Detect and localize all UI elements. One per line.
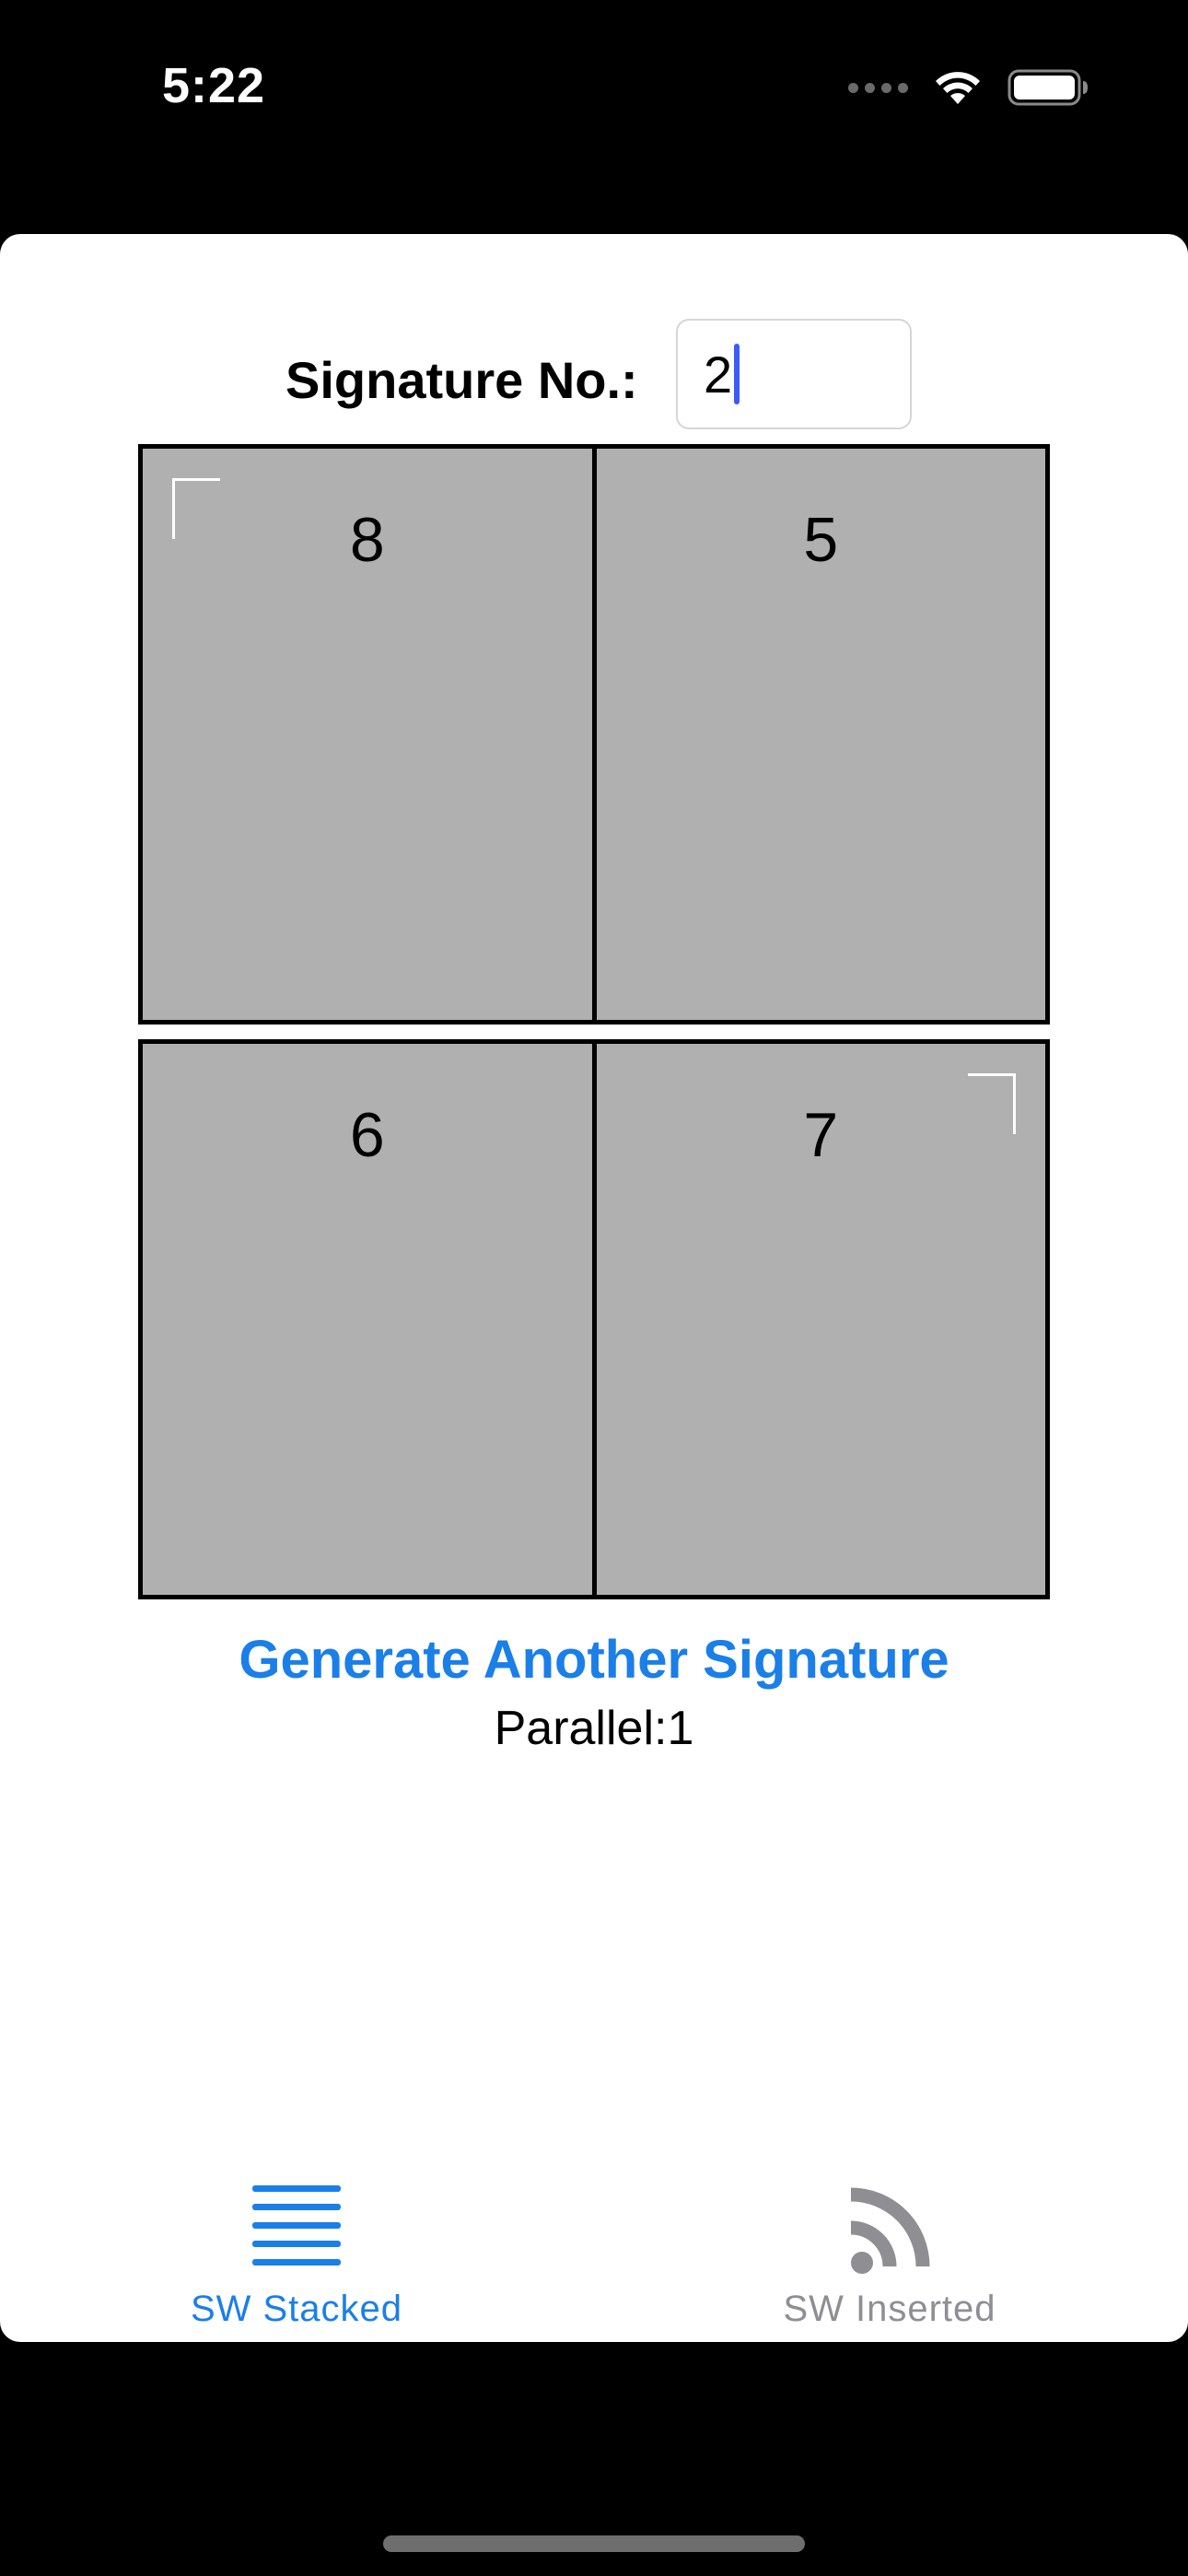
signature-label: Signature No.:: [285, 351, 638, 409]
text-caret: [734, 344, 740, 404]
status-icons: [848, 64, 1089, 111]
page-number: 6: [349, 1100, 385, 1170]
generate-signature-button[interactable]: Generate Another Signature: [0, 1629, 1188, 1691]
tab-sw-stacked[interactable]: SW Stacked: [131, 2180, 462, 2342]
rss-feed-icon: [850, 2187, 930, 2274]
screen: 5:22 Signature No.: 2 8 5 6 7 Generate A…: [0, 0, 1188, 2576]
page-number: 7: [803, 1100, 839, 1170]
battery-icon: [1007, 69, 1088, 106]
stacked-lines-icon: [252, 2185, 341, 2266]
signature-panel-top: 8 5: [138, 444, 1050, 1025]
page-number: 8: [349, 505, 385, 575]
signature-panel-bottom: 6 7: [138, 1039, 1050, 1599]
tab-sw-inserted[interactable]: SW Inserted: [724, 2180, 1055, 2342]
signature-number-value: 2: [704, 345, 733, 404]
cellular-signal-icon: [848, 82, 908, 93]
page-cell-bottom-right: 7: [591, 1044, 1046, 1595]
tab-label: SW Stacked: [190, 2289, 403, 2329]
status-time: 5:22: [162, 58, 266, 113]
parallel-count-text: Parallel:1: [494, 1702, 694, 1755]
page-number: 5: [803, 505, 839, 575]
wifi-icon: [936, 72, 980, 104]
page-cell-bottom-left: 6: [143, 1044, 592, 1595]
page-cell-top-right: 5: [591, 449, 1046, 1020]
page-cell-top-left: 8: [143, 449, 592, 1020]
home-indicator[interactable]: [383, 2535, 805, 2552]
tab-label: SW Inserted: [783, 2289, 996, 2329]
signature-number-input[interactable]: 2: [676, 319, 912, 429]
